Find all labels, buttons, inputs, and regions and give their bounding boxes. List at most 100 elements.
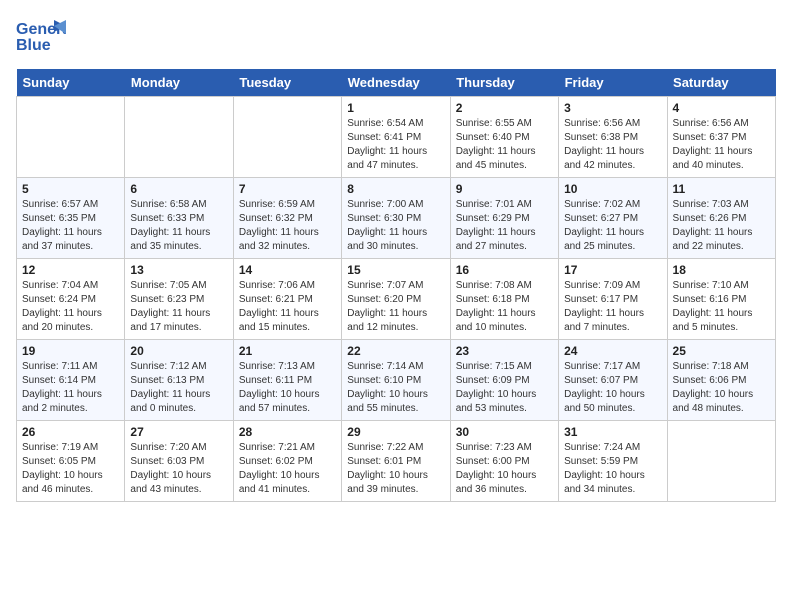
day-number: 28	[239, 425, 336, 439]
day-number: 18	[673, 263, 770, 277]
calendar-cell: 30 Sunrise: 7:23 AM Sunset: 6:00 PM Dayli…	[450, 421, 558, 502]
day-number: 1	[347, 101, 444, 115]
calendar-cell: 24Sunrise: 7:17 AM Sunset: 6:07 PM Dayli…	[559, 340, 667, 421]
day-info: Sunrise: 7:07 AM Sunset: 6:20 PM Dayligh…	[347, 279, 444, 335]
calendar-cell: 28 Sunrise: 7:21 AM Sunset: 6:02 PM Dayli…	[233, 421, 341, 502]
day-number: 16	[456, 263, 553, 277]
week-row-5: 26 Sunrise: 7:19 AM Sunset: 6:05 PM Dayli…	[17, 421, 776, 502]
calendar-cell: 18 Sunrise: 7:10 AM Sunset: 6:16 PM Dayli…	[667, 259, 775, 340]
day-info: Sunrise: 7:21 AM Sunset: 6:02 PM Dayligh…	[239, 441, 336, 497]
day-info: Sunrise: 7:10 AM Sunset: 6:16 PM Dayligh…	[673, 279, 770, 335]
day-info: Sunrise: 7:17 AM Sunset: 6:07 PM Dayligh…	[564, 360, 661, 416]
calendar-cell: 25 Sunrise: 7:18 AM Sunset: 6:06 PM Dayli…	[667, 340, 775, 421]
day-info: Sunrise: 6:59 AM Sunset: 6:32 PM Dayligh…	[239, 198, 336, 254]
day-number: 19	[22, 344, 119, 358]
week-row-1: 1 Sunrise: 6:54 AM Sunset: 6:41 PM Daylig…	[17, 97, 776, 178]
day-number: 3	[564, 101, 661, 115]
calendar-cell: 11 Sunrise: 7:03 AM Sunset: 6:26 PM Dayli…	[667, 178, 775, 259]
day-info: Sunrise: 6:55 AM Sunset: 6:40 PM Dayligh…	[456, 117, 553, 173]
day-info: Sunrise: 7:14 AM Sunset: 6:10 PM Dayligh…	[347, 360, 444, 416]
day-number: 25	[673, 344, 770, 358]
week-row-3: 12 Sunrise: 7:04 AM Sunset: 6:24 PM Dayli…	[17, 259, 776, 340]
day-info: Sunrise: 7:02 AM Sunset: 6:27 PM Dayligh…	[564, 198, 661, 254]
day-info: Sunrise: 7:13 AM Sunset: 6:11 PM Dayligh…	[239, 360, 336, 416]
calendar-cell: 3 Sunrise: 6:56 AM Sunset: 6:38 PM Daylig…	[559, 97, 667, 178]
day-number: 14	[239, 263, 336, 277]
calendar-cell: 6 Sunrise: 6:58 AM Sunset: 6:33 PM Daylig…	[125, 178, 233, 259]
calendar-cell: 2 Sunrise: 6:55 AM Sunset: 6:40 PM Daylig…	[450, 97, 558, 178]
calendar-cell: 9Sunrise: 7:01 AM Sunset: 6:29 PM Daylig…	[450, 178, 558, 259]
weekday-header-monday: Monday	[125, 69, 233, 97]
calendar-cell: 21 Sunrise: 7:13 AM Sunset: 6:11 PM Dayli…	[233, 340, 341, 421]
day-number: 31	[564, 425, 661, 439]
day-info: Sunrise: 7:22 AM Sunset: 6:01 PM Dayligh…	[347, 441, 444, 497]
day-number: 5	[22, 182, 119, 196]
day-number: 11	[673, 182, 770, 196]
day-info: Sunrise: 7:19 AM Sunset: 6:05 PM Dayligh…	[22, 441, 119, 497]
calendar-table: SundayMondayTuesdayWednesdayThursdayFrid…	[16, 69, 776, 502]
week-row-4: 19 Sunrise: 7:11 AM Sunset: 6:14 PM Dayli…	[17, 340, 776, 421]
svg-text:Blue: Blue	[16, 37, 51, 54]
day-number: 21	[239, 344, 336, 358]
calendar-cell: 4 Sunrise: 6:56 AM Sunset: 6:37 PM Daylig…	[667, 97, 775, 178]
day-number: 22	[347, 344, 444, 358]
calendar-cell: 14Sunrise: 7:06 AM Sunset: 6:21 PM Dayli…	[233, 259, 341, 340]
day-info: Sunrise: 6:54 AM Sunset: 6:41 PM Dayligh…	[347, 117, 444, 173]
day-info: Sunrise: 6:56 AM Sunset: 6:37 PM Dayligh…	[673, 117, 770, 173]
calendar-cell: 29 Sunrise: 7:22 AM Sunset: 6:01 PM Dayli…	[342, 421, 450, 502]
day-number: 8	[347, 182, 444, 196]
calendar-cell: 13Sunrise: 7:05 AM Sunset: 6:23 PM Dayli…	[125, 259, 233, 340]
weekday-header-row: SundayMondayTuesdayWednesdayThursdayFrid…	[17, 69, 776, 97]
calendar-cell: 31Sunrise: 7:24 AM Sunset: 5:59 PM Dayli…	[559, 421, 667, 502]
calendar-cell: 8 Sunrise: 7:00 AM Sunset: 6:30 PM Daylig…	[342, 178, 450, 259]
day-number: 15	[347, 263, 444, 277]
calendar-cell	[667, 421, 775, 502]
weekday-header-wednesday: Wednesday	[342, 69, 450, 97]
day-info: Sunrise: 7:01 AM Sunset: 6:29 PM Dayligh…	[456, 198, 553, 254]
day-number: 30	[456, 425, 553, 439]
calendar-cell: 12 Sunrise: 7:04 AM Sunset: 6:24 PM Dayli…	[17, 259, 125, 340]
day-info: Sunrise: 7:00 AM Sunset: 6:30 PM Dayligh…	[347, 198, 444, 254]
calendar-cell: 16 Sunrise: 7:08 AM Sunset: 6:18 PM Dayli…	[450, 259, 558, 340]
weekday-header-friday: Friday	[559, 69, 667, 97]
day-info: Sunrise: 7:11 AM Sunset: 6:14 PM Dayligh…	[22, 360, 119, 416]
day-number: 27	[130, 425, 227, 439]
day-info: Sunrise: 7:08 AM Sunset: 6:18 PM Dayligh…	[456, 279, 553, 335]
day-info: Sunrise: 7:03 AM Sunset: 6:26 PM Dayligh…	[673, 198, 770, 254]
calendar-cell: 10 Sunrise: 7:02 AM Sunset: 6:27 PM Dayli…	[559, 178, 667, 259]
day-number: 29	[347, 425, 444, 439]
calendar-cell: 7Sunrise: 6:59 AM Sunset: 6:32 PM Daylig…	[233, 178, 341, 259]
day-number: 2	[456, 101, 553, 115]
logo: General Blue	[16, 16, 66, 61]
calendar-cell: 27 Sunrise: 7:20 AM Sunset: 6:03 PM Dayli…	[125, 421, 233, 502]
calendar-cell: 17Sunrise: 7:09 AM Sunset: 6:17 PM Dayli…	[559, 259, 667, 340]
weekday-header-tuesday: Tuesday	[233, 69, 341, 97]
day-info: Sunrise: 7:18 AM Sunset: 6:06 PM Dayligh…	[673, 360, 770, 416]
day-number: 23	[456, 344, 553, 358]
week-row-2: 5Sunrise: 6:57 AM Sunset: 6:35 PM Daylig…	[17, 178, 776, 259]
day-info: Sunrise: 6:58 AM Sunset: 6:33 PM Dayligh…	[130, 198, 227, 254]
day-info: Sunrise: 7:04 AM Sunset: 6:24 PM Dayligh…	[22, 279, 119, 335]
header: General Blue	[16, 16, 776, 61]
day-number: 10	[564, 182, 661, 196]
day-number: 26	[22, 425, 119, 439]
day-number: 4	[673, 101, 770, 115]
calendar-cell	[233, 97, 341, 178]
calendar-cell: 19 Sunrise: 7:11 AM Sunset: 6:14 PM Dayli…	[17, 340, 125, 421]
day-info: Sunrise: 6:56 AM Sunset: 6:38 PM Dayligh…	[564, 117, 661, 173]
day-info: Sunrise: 7:09 AM Sunset: 6:17 PM Dayligh…	[564, 279, 661, 335]
calendar-cell: 5Sunrise: 6:57 AM Sunset: 6:35 PM Daylig…	[17, 178, 125, 259]
calendar-cell: 1 Sunrise: 6:54 AM Sunset: 6:41 PM Daylig…	[342, 97, 450, 178]
day-number: 12	[22, 263, 119, 277]
weekday-header-saturday: Saturday	[667, 69, 775, 97]
day-number: 20	[130, 344, 227, 358]
calendar-cell	[125, 97, 233, 178]
day-info: Sunrise: 7:23 AM Sunset: 6:00 PM Dayligh…	[456, 441, 553, 497]
day-info: Sunrise: 7:05 AM Sunset: 6:23 PM Dayligh…	[130, 279, 227, 335]
calendar-cell: 22 Sunrise: 7:14 AM Sunset: 6:10 PM Dayli…	[342, 340, 450, 421]
logo-icon: General Blue	[16, 16, 66, 61]
calendar-cell	[17, 97, 125, 178]
day-info: Sunrise: 7:20 AM Sunset: 6:03 PM Dayligh…	[130, 441, 227, 497]
weekday-header-thursday: Thursday	[450, 69, 558, 97]
day-number: 6	[130, 182, 227, 196]
